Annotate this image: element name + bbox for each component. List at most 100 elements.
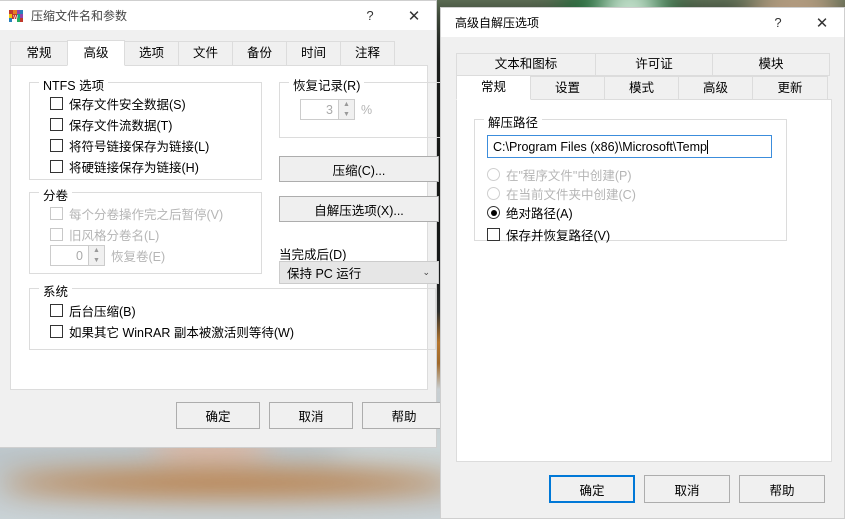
dialog1-tabstrip[interactable]: 常规 高级 选项 文件 备份 时间 注释: [10, 40, 395, 66]
sfx-options-button[interactable]: 自解压选项(X)...: [279, 196, 439, 222]
checkbox-old-style-volume-names[interactable]: 旧风格分卷名(L): [50, 225, 159, 244]
checkbox-label: 后台压缩(B): [69, 305, 136, 319]
tab-general[interactable]: 常规: [456, 75, 531, 100]
checkbox-box[interactable]: [487, 228, 500, 241]
dialog1-cancel-button[interactable]: 取消: [269, 402, 353, 429]
recovery-record-value[interactable]: 3: [300, 99, 338, 120]
tab-license[interactable]: 许可证: [595, 53, 713, 76]
checkbox-save-file-security[interactable]: 保存文件安全数据(S): [50, 94, 186, 113]
checkbox-label: 将符号链接保存为链接(L): [69, 140, 210, 154]
dialog2-ok-button[interactable]: 确定: [549, 475, 635, 503]
checkbox-save-symlinks-as-links[interactable]: 将符号链接保存为链接(L): [50, 136, 209, 155]
dialog1-titlebar-buttons: ? ✕: [348, 1, 436, 30]
extraction-path-value: C:\Program Files (x86)\Microsoft\Temp: [493, 139, 707, 154]
ntfs-options-group: NTFS 选项 保存文件安全数据(S) 保存文件流数据(T) 将符号链接保存为链…: [29, 75, 262, 180]
extraction-path-title: 解压路径: [484, 112, 543, 131]
wallpaper-blob: [0, 470, 460, 496]
text-caret: [706, 139, 708, 154]
tab-text-and-icon[interactable]: 文本和图标: [456, 53, 596, 76]
volumes-title: 分卷: [39, 185, 73, 204]
radio-button[interactable]: [487, 187, 500, 200]
archive-name-and-parameters-dialog[interactable]: W 压缩文件名和参数 ? ✕ 常规 高级 选项 文件 备份 时间 注释 NTFS…: [0, 0, 451, 448]
radio-button[interactable]: [487, 168, 500, 181]
tab-setup[interactable]: 设置: [530, 76, 605, 100]
recovery-record-stepper[interactable]: 3 ▲ ▼ %: [300, 99, 372, 120]
after-done-select[interactable]: 保持 PC 运行 ⌄: [279, 261, 439, 284]
checkbox-label: 保存文件流数据(T): [69, 119, 173, 133]
dialog2-tabstrip-row1[interactable]: 文本和图标 许可证 模块: [456, 53, 830, 76]
dialog2-cancel-button[interactable]: 取消: [644, 475, 730, 503]
tab-advanced[interactable]: 高级: [678, 76, 753, 100]
checkbox-box[interactable]: [50, 228, 63, 241]
tab-comment[interactable]: 注释: [340, 41, 395, 66]
dialog1-ok-button[interactable]: 确定: [176, 402, 260, 429]
recovery-record-spin-buttons[interactable]: ▲ ▼: [338, 99, 355, 120]
extraction-path-input[interactable]: C:\Program Files (x86)\Microsoft\Temp: [487, 135, 772, 158]
checkbox-label: 保存文件安全数据(S): [69, 98, 186, 112]
checkbox-box[interactable]: [50, 207, 63, 220]
checkbox-label: 每个分卷操作完之后暂停(V): [69, 208, 224, 222]
chevron-down-icon[interactable]: ⌄: [422, 267, 430, 278]
checkbox-label: 如果其它 WinRAR 副本被激活则等待(W): [69, 326, 294, 340]
radio-label: 在当前文件夹中创建(C): [506, 188, 636, 202]
tab-time[interactable]: 时间: [286, 41, 341, 66]
tab-general[interactable]: 常规: [10, 41, 68, 66]
tab-backup[interactable]: 备份: [232, 41, 287, 66]
recovery-record-title: 恢复记录(R): [289, 75, 365, 94]
checkbox-pause-after-each-volume[interactable]: 每个分卷操作完之后暂停(V): [50, 204, 223, 223]
dialog1-titlebar[interactable]: W 压缩文件名和参数 ? ✕: [0, 1, 436, 30]
volumes-group: 分卷 每个分卷操作完之后暂停(V) 旧风格分卷名(L) 0 ▲ ▼ 恢复卷(E): [29, 185, 262, 274]
dialog2-help-button[interactable]: 帮助: [739, 475, 825, 503]
advanced-sfx-options-dialog[interactable]: 高级自解压选项 ? ✕ 文本和图标 许可证 模块 常规 设置 模式 高级 更新 …: [440, 7, 845, 519]
tab-advanced[interactable]: 高级: [67, 40, 125, 66]
recovery-volumes-stepper[interactable]: 0 ▲ ▼ 恢复卷(E): [50, 245, 165, 266]
dialog2-titlebar[interactable]: 高级自解压选项 ? ✕: [441, 8, 844, 37]
tab-files[interactable]: 文件: [178, 41, 233, 66]
radio-label: 在"程序文件"中创建(P): [506, 169, 632, 183]
checkbox-save-hardlinks-as-links[interactable]: 将硬链接保存为链接(H): [50, 157, 199, 176]
tab-update[interactable]: 更新: [752, 76, 828, 100]
dialog1-help-button[interactable]: 帮助: [362, 402, 446, 429]
dialog2-tab-panel: 解压路径 C:\Program Files (x86)\Microsoft\Te…: [456, 99, 832, 462]
radio-create-in-current-folder[interactable]: 在当前文件夹中创建(C): [487, 184, 636, 203]
checkbox-box[interactable]: [50, 97, 63, 110]
dialog1-title: 压缩文件名和参数: [31, 9, 128, 23]
winrar-icon: W: [8, 8, 24, 24]
tab-module[interactable]: 模块: [712, 53, 830, 76]
chevron-up-icon[interactable]: ▲: [339, 100, 354, 110]
compression-button[interactable]: 压缩(C)...: [279, 156, 439, 182]
checkbox-box[interactable]: [50, 325, 63, 338]
checkbox-save-and-restore-paths[interactable]: 保存并恢复路径(V): [487, 225, 610, 244]
after-done-value: 保持 PC 运行: [287, 267, 362, 281]
recovery-volumes-spin-buttons[interactable]: ▲ ▼: [88, 245, 105, 266]
dialog2-title: 高级自解压选项: [455, 16, 540, 30]
chevron-down-icon[interactable]: ▼: [89, 256, 104, 266]
tab-modes[interactable]: 模式: [604, 76, 679, 100]
system-title: 系统: [39, 281, 73, 300]
help-icon[interactable]: ?: [348, 1, 392, 30]
chevron-down-icon[interactable]: ▼: [339, 110, 354, 120]
radio-button[interactable]: [487, 206, 500, 219]
checkbox-label: 旧风格分卷名(L): [69, 229, 160, 243]
ntfs-options-title: NTFS 选项: [39, 75, 109, 94]
close-icon[interactable]: ✕: [800, 8, 844, 37]
dialog2-tabstrip-row2[interactable]: 常规 设置 模式 高级 更新: [456, 75, 828, 100]
tab-options[interactable]: 选项: [124, 41, 179, 66]
checkbox-box[interactable]: [50, 139, 63, 152]
checkbox-label: 保存并恢复路径(V): [506, 229, 611, 243]
help-icon[interactable]: ?: [756, 8, 800, 37]
checkbox-box[interactable]: [50, 304, 63, 317]
chevron-up-icon[interactable]: ▲: [89, 246, 104, 256]
checkbox-box[interactable]: [50, 160, 63, 173]
radio-absolute-path[interactable]: 绝对路径(A): [487, 203, 573, 222]
checkbox-background-compression[interactable]: 后台压缩(B): [50, 301, 136, 320]
close-icon[interactable]: ✕: [392, 1, 436, 30]
checkbox-wait-if-other-winrar-active[interactable]: 如果其它 WinRAR 副本被激活则等待(W): [50, 322, 294, 341]
checkbox-box[interactable]: [50, 118, 63, 131]
radio-label: 绝对路径(A): [506, 207, 573, 221]
extraction-path-group: 解压路径 C:\Program Files (x86)\Microsoft\Te…: [474, 112, 787, 244]
dialog1-tab-panel: NTFS 选项 保存文件安全数据(S) 保存文件流数据(T) 将符号链接保存为链…: [10, 65, 451, 390]
checkbox-save-file-streams[interactable]: 保存文件流数据(T): [50, 115, 172, 134]
recovery-volumes-value[interactable]: 0: [50, 245, 88, 266]
radio-create-in-program-files[interactable]: 在"程序文件"中创建(P): [487, 165, 632, 184]
